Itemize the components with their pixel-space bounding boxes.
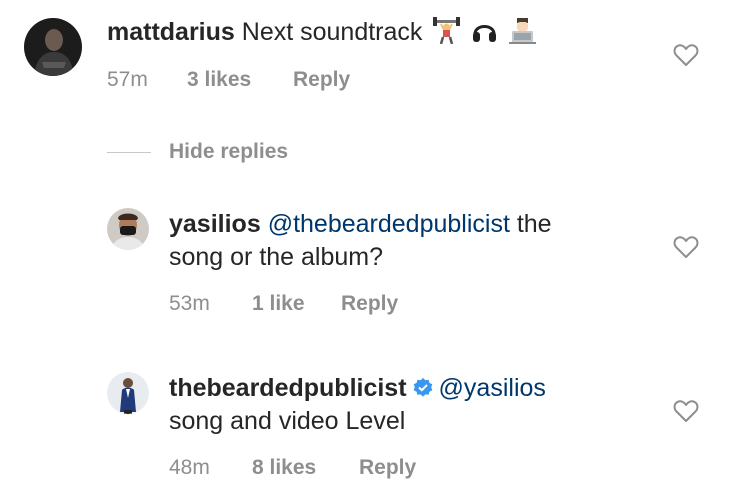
reply-mention-link[interactable]: @thebeardedpublicist	[268, 210, 510, 238]
reply-body: thebeardedpublicist @yasilios	[169, 372, 546, 405]
like-heart-icon[interactable]	[673, 235, 699, 259]
avatar-mattdarius[interactable]	[24, 18, 82, 76]
comment-reply-button[interactable]: Reply	[293, 68, 350, 92]
reply-timestamp: 53m	[169, 292, 210, 315]
like-heart-icon[interactable]	[673, 399, 699, 423]
reply-body: yasilios @thebeardedpublicist the	[169, 208, 552, 241]
comment-timestamp: 57m	[107, 68, 148, 91]
like-heart-icon[interactable]	[673, 43, 699, 67]
comment-likes-link[interactable]: 3 likes	[187, 68, 251, 92]
profile-photo-icon	[107, 372, 149, 414]
verified-badge-icon	[413, 378, 433, 398]
comment-username[interactable]: mattdarius	[107, 18, 235, 46]
reply-text-line2: song or the album?	[169, 243, 384, 271]
reply-mention-link[interactable]: @yasilios	[439, 374, 546, 402]
comment-body: mattdarius Next soundtrack	[107, 16, 537, 49]
divider-line	[107, 152, 151, 153]
reply-meta: 53m 1 like Reply	[169, 292, 469, 318]
hide-replies-button[interactable]: Hide replies	[169, 140, 288, 164]
reply-reply-button[interactable]: Reply	[359, 456, 416, 480]
reply-text: the	[509, 210, 552, 238]
reply-username[interactable]: thebeardedpublicist	[169, 374, 407, 402]
reply-body-line2: song or the album?	[169, 241, 383, 274]
comment-meta: 57m 3 likes Reply	[107, 68, 407, 94]
reply-username[interactable]: yasilios	[169, 210, 261, 238]
avatar-yasilios[interactable]	[107, 208, 149, 250]
avatar-thebeardedpublicist[interactable]	[107, 372, 149, 414]
reply-text-line2: song and video Level	[169, 407, 406, 435]
profile-photo-icon	[24, 18, 82, 76]
reply-likes-link[interactable]: 8 likes	[252, 456, 316, 480]
reply-likes-link[interactable]: 1 like	[252, 292, 305, 316]
comment-text: Next soundtrack	[241, 18, 423, 46]
reply-meta: 48m 8 likes Reply	[169, 456, 469, 482]
reply-timestamp: 48m	[169, 456, 210, 479]
headphones-icon	[471, 17, 498, 44]
reply-body-line2: song and video Level	[169, 405, 405, 438]
reply-reply-button[interactable]: Reply	[341, 292, 398, 316]
technologist-icon	[509, 17, 537, 44]
weightlifter-emoji-icon	[433, 17, 461, 44]
profile-photo-icon	[107, 208, 149, 250]
